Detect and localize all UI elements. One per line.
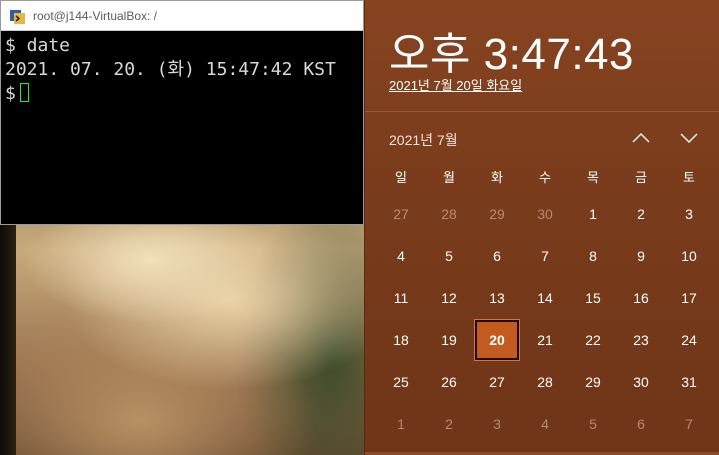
terminal-prompt: $ bbox=[5, 83, 16, 104]
terminal-app-icon bbox=[9, 7, 27, 25]
calendar-week-row: 18 19 20 21 22 23 24 bbox=[377, 319, 713, 361]
calendar-month-label[interactable]: 2021년 7월 bbox=[389, 130, 458, 150]
calendar-day[interactable]: 17 bbox=[665, 277, 713, 319]
calendar-day[interactable]: 7 bbox=[521, 235, 569, 277]
terminal-line: $ date bbox=[5, 35, 71, 56]
calendar-week-row: 27 28 29 30 1 2 3 bbox=[377, 193, 713, 235]
weekday-header-row: 일 월 화 수 목 금 토 bbox=[377, 160, 713, 193]
calendar-day-next-month[interactable]: 7 bbox=[665, 403, 713, 445]
weekday-label: 월 bbox=[443, 170, 455, 185]
calendar-day-prev-month[interactable]: 28 bbox=[425, 193, 473, 235]
terminal-window[interactable]: root@j144-VirtualBox: / $ date 2021. 07.… bbox=[0, 0, 364, 225]
calendar-day[interactable]: 28 bbox=[521, 361, 569, 403]
terminal-output[interactable]: $ date 2021. 07. 20. (화) 15:47:42 KST $ bbox=[1, 31, 363, 109]
calendar-day[interactable]: 14 bbox=[521, 277, 569, 319]
calendar-day[interactable]: 18 bbox=[377, 319, 425, 361]
calendar-day[interactable]: 9 bbox=[617, 235, 665, 277]
weekday-label: 수 bbox=[539, 170, 551, 185]
calendar-day-prev-month[interactable]: 30 bbox=[521, 193, 569, 235]
calendar-day[interactable]: 25 bbox=[377, 361, 425, 403]
calendar-day-next-month[interactable]: 3 bbox=[473, 403, 521, 445]
calendar-day-prev-month[interactable]: 29 bbox=[473, 193, 521, 235]
calendar-grid: 일 월 화 수 목 금 토 27 28 29 30 1 2 3 4 5 6 7 … bbox=[377, 160, 713, 445]
next-month-button[interactable] bbox=[674, 124, 704, 152]
calendar-day[interactable]: 5 bbox=[425, 235, 473, 277]
clock-time: 오후 3:47:43 bbox=[389, 30, 634, 79]
calendar-week-row: 4 5 6 7 8 9 10 bbox=[377, 235, 713, 277]
terminal-line: 2021. 07. 20. (화) 15:47:42 KST bbox=[5, 59, 336, 80]
calendar-day[interactable]: 30 bbox=[617, 361, 665, 403]
clock-calendar-flyout: 오후 3:47:43 2021년 7월 20일 화요일 2021년 7월 일 월… bbox=[364, 0, 719, 455]
calendar-day[interactable]: 21 bbox=[521, 319, 569, 361]
calendar-day[interactable]: 11 bbox=[377, 277, 425, 319]
calendar-week-row: 25 26 27 28 29 30 31 bbox=[377, 361, 713, 403]
terminal-title: root@j144-VirtualBox: / bbox=[33, 8, 158, 23]
calendar-day[interactable]: 31 bbox=[665, 361, 713, 403]
date-link[interactable]: 2021년 7월 20일 화요일 bbox=[389, 75, 522, 94]
weekday-label: 토 bbox=[683, 170, 695, 185]
calendar-day[interactable]: 26 bbox=[425, 361, 473, 403]
weekday-label: 화 bbox=[491, 170, 503, 185]
calendar-day[interactable]: 19 bbox=[425, 319, 473, 361]
calendar-week-row: 11 12 13 14 15 16 17 bbox=[377, 277, 713, 319]
calendar-day[interactable]: 2 bbox=[617, 193, 665, 235]
calendar-day[interactable]: 16 bbox=[617, 277, 665, 319]
weekday-label: 일 bbox=[395, 170, 407, 185]
calendar-day-next-month[interactable]: 1 bbox=[377, 403, 425, 445]
calendar-week-row: 1 2 3 4 5 6 7 bbox=[377, 403, 713, 445]
calendar-day[interactable]: 12 bbox=[425, 277, 473, 319]
calendar-day[interactable]: 3 bbox=[665, 193, 713, 235]
calendar-day-next-month[interactable]: 6 bbox=[617, 403, 665, 445]
weekday-label: 목 bbox=[587, 170, 599, 185]
weekday-label: 금 bbox=[635, 170, 647, 185]
calendar-day[interactable]: 10 bbox=[665, 235, 713, 277]
calendar-day[interactable]: 23 bbox=[617, 319, 665, 361]
terminal-titlebar[interactable]: root@j144-VirtualBox: / bbox=[1, 1, 363, 31]
divider bbox=[365, 111, 719, 112]
terminal-prompt-line: $ bbox=[5, 82, 359, 106]
chevron-up-icon bbox=[632, 129, 650, 148]
chevron-down-icon bbox=[680, 129, 698, 148]
calendar-day[interactable]: 22 bbox=[569, 319, 617, 361]
calendar-day[interactable]: 6 bbox=[473, 235, 521, 277]
calendar-day[interactable]: 29 bbox=[569, 361, 617, 403]
calendar-day-next-month[interactable]: 4 bbox=[521, 403, 569, 445]
calendar-day-next-month[interactable]: 5 bbox=[569, 403, 617, 445]
previous-month-button[interactable] bbox=[626, 124, 656, 152]
calendar-day[interactable]: 15 bbox=[569, 277, 617, 319]
calendar-day[interactable]: 13 bbox=[473, 277, 521, 319]
calendar-day[interactable]: 27 bbox=[473, 361, 521, 403]
calendar-day[interactable]: 24 bbox=[665, 319, 713, 361]
terminal-cursor bbox=[19, 83, 29, 102]
calendar-day[interactable]: 4 bbox=[377, 235, 425, 277]
calendar-day[interactable]: 8 bbox=[569, 235, 617, 277]
calendar-day-today[interactable]: 20 bbox=[475, 320, 519, 360]
calendar-day[interactable]: 1 bbox=[569, 193, 617, 235]
calendar-day-next-month[interactable]: 2 bbox=[425, 403, 473, 445]
calendar-day-prev-month[interactable]: 27 bbox=[377, 193, 425, 235]
